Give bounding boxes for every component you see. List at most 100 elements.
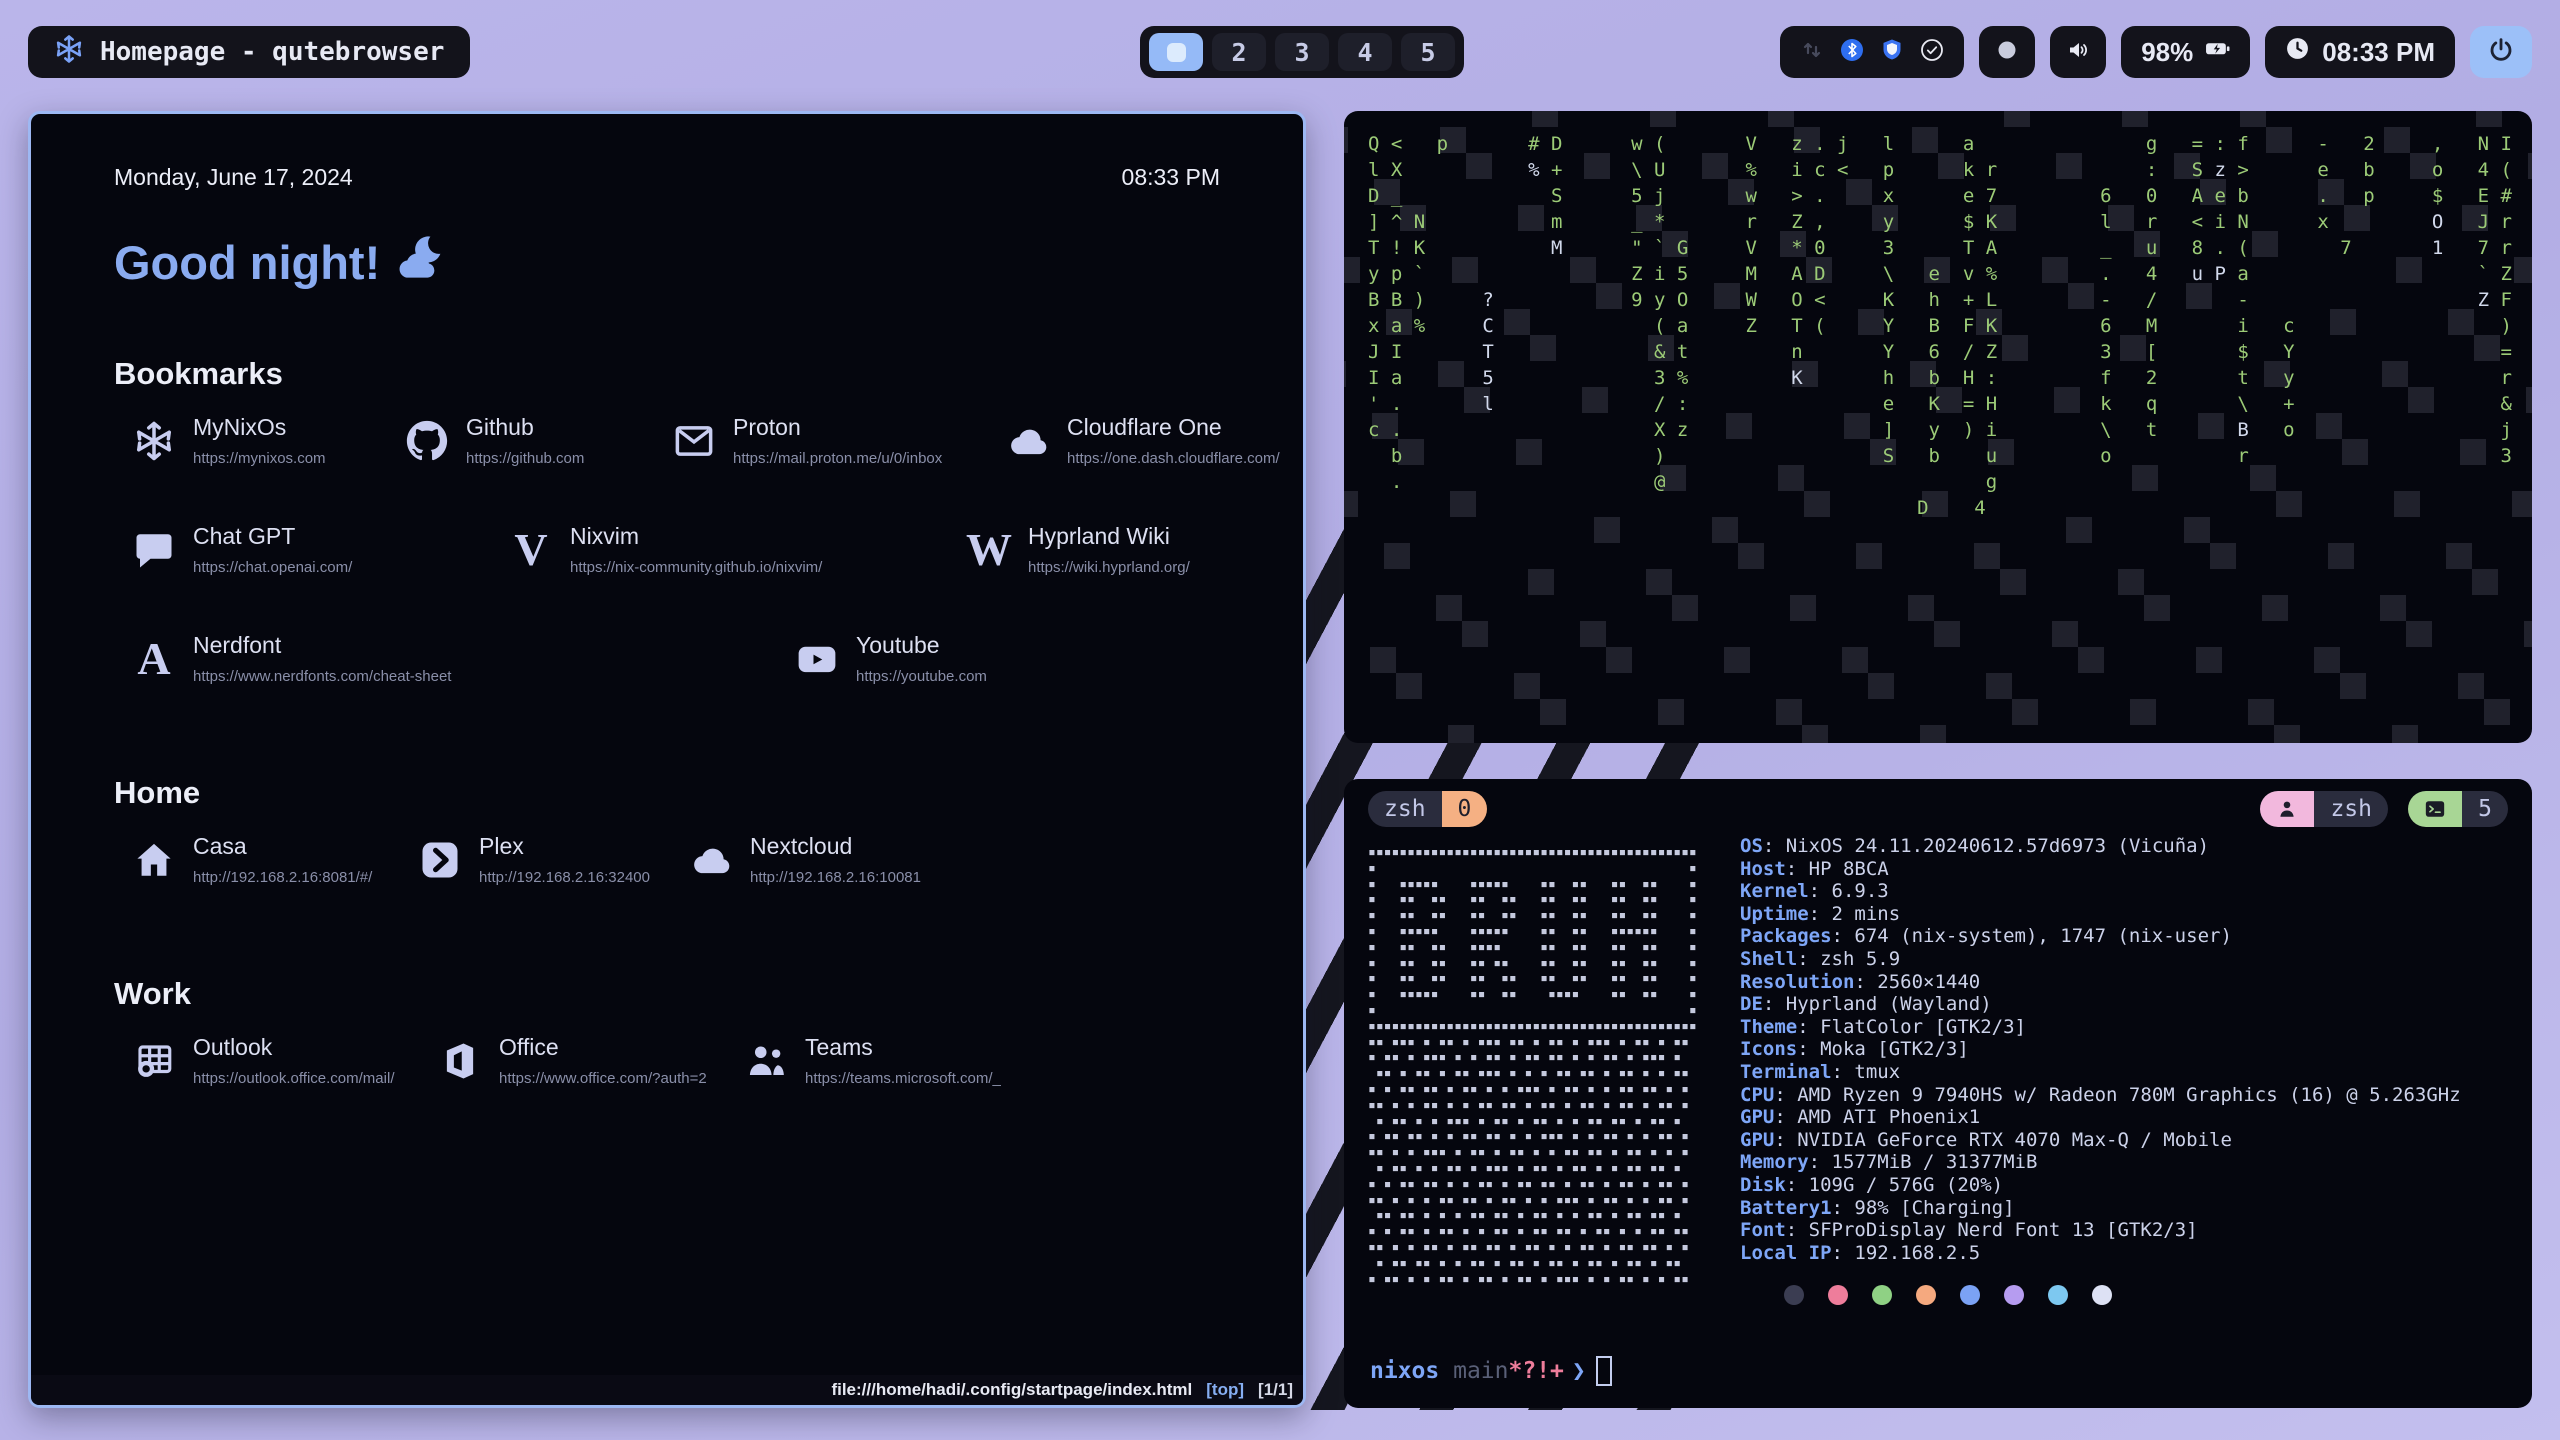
tmux-statusbar: zsh 0 zsh 5 <box>1368 791 2508 829</box>
outlook-icon <box>131 1038 177 1084</box>
clock-label: 08:33 PM <box>2322 37 2435 68</box>
bookmark-name: MyNixOs <box>193 414 326 441</box>
bookmark-name: Office <box>499 1034 707 1061</box>
bookmark-github[interactable]: Githubhttps://github.com <box>404 414 584 467</box>
fetch-line: Theme: FlatColor [GTK2/3] <box>1740 1016 2461 1039</box>
fetch-line: Packages: 674 (nix-system), 1747 (nix-us… <box>1740 925 2461 948</box>
bookmark-mynixos[interactable]: MyNixOshttps://mynixos.com <box>131 414 326 467</box>
greeting-text: Good night! <box>114 235 380 290</box>
office-icon <box>437 1038 483 1084</box>
section-title: Bookmarks <box>114 356 1220 392</box>
palette-dot <box>1960 1285 1980 1305</box>
startpage-time: 08:33 PM <box>1122 164 1220 191</box>
bookmark-office[interactable]: Office https://www.office.com/?auth=2 <box>437 1034 707 1087</box>
bookmark-nextcloud[interactable]: Nextcloudhttp://192.168.2.16:10081 <box>688 833 921 886</box>
fetch-line: DE: Hyprland (Wayland) <box>1740 993 2461 1016</box>
idle-inhibitor-dot[interactable] <box>1979 26 2035 78</box>
home-icon <box>131 837 177 883</box>
clock-icon <box>2285 36 2310 68</box>
bruh-ascii-art: ▪▪▪▪▪▪▪▪▪▪▪▪▪▪▪▪▪▪▪▪▪▪▪▪▪▪▪▪▪▪▪▪▪▪▪▪▪▪▪▪… <box>1368 845 1697 1287</box>
teams-icon <box>743 1038 789 1084</box>
system-tray <box>1780 26 1964 78</box>
bookmark-cloudflare-one[interactable]: Cloudflare One https://one.dash.cloudflar… <box>1005 414 1280 467</box>
shield-icon[interactable] <box>1880 38 1904 67</box>
fetch-line: Local IP: 192.168.2.5 <box>1740 1242 2461 1265</box>
bookmark-name: Nextcloud <box>750 833 921 860</box>
workspace-5[interactable]: 5 <box>1401 33 1455 71</box>
bookmark-chat-gpt[interactable]: Chat GPThttps://chat.openai.com/ <box>131 523 352 576</box>
palette-dot <box>2004 1285 2024 1305</box>
bluetooth-icon[interactable] <box>1840 38 1864 67</box>
check-circle-icon[interactable] <box>1920 38 1944 67</box>
statusbar-mode: [top] <box>1206 1380 1244 1400</box>
bookmark-url: http://192.168.2.16:8081/#/ <box>193 869 372 886</box>
bookmark-youtube[interactable]: Youtubehttps://youtube.com <box>794 632 987 685</box>
fetch-line: CPU: AMD Ryzen 9 7940HS w/ Radeon 780M G… <box>1740 1084 2461 1107</box>
shell-prompt[interactable]: nixos main *?!+ ❯ <box>1370 1356 1612 1386</box>
bookmark-row: Chat GPThttps://chat.openai.com/VNixvimh… <box>114 523 1220 610</box>
waybar: Homepage - qutebrowser 2345 98% 08:33 PM <box>0 0 2560 96</box>
clock-widget[interactable]: 08:33 PM <box>2265 26 2455 78</box>
bookmark-teams[interactable]: Teamshttps://teams.microsoft.com/_ <box>743 1034 1001 1087</box>
bookmark-nerdfont[interactable]: ANerdfonthttps://www.nerdfonts.com/cheat… <box>131 632 451 685</box>
bookmark-nixvim[interactable]: VNixvimhttps://nix-community.github.io/n… <box>508 523 822 576</box>
bookmark-url: https://one.dash.cloudflare.com/ <box>1067 450 1280 467</box>
fetch-line: Kernel: 6.9.3 <box>1740 880 2461 903</box>
bookmark-url: https://www.office.com/?auth=2 <box>499 1070 707 1087</box>
letter-A-icon: A <box>131 636 177 682</box>
person-icon <box>2260 791 2314 827</box>
section-title: Work <box>114 976 1220 1012</box>
bookmark-url: https://outlook.office.com/mail/ <box>193 1070 394 1087</box>
section-title: Home <box>114 775 1220 811</box>
bookmark-plex[interactable]: Plexhttp://192.168.2.16:32400 <box>417 833 650 886</box>
bookmark-outlook[interactable]: Outlook https://outlook.office.com/mail/ <box>131 1034 394 1087</box>
fetch-line: GPU: NVIDIA GeForce RTX 4070 Max-Q / Mob… <box>1740 1129 2461 1152</box>
active-window-title: Homepage - qutebrowser <box>28 26 470 78</box>
workspace-4[interactable]: 4 <box>1338 33 1392 71</box>
tmux-window-count-widget[interactable]: 5 <box>2408 791 2508 827</box>
prompt-arrow: ❯ <box>1572 1358 1586 1384</box>
network-arrows-icon[interactable] <box>1800 38 1824 67</box>
fetch-line: Terminal: tmux <box>1740 1061 2461 1084</box>
bookmark-casa[interactable]: Casahttp://192.168.2.16:8081/#/ <box>131 833 372 886</box>
cloud-icon <box>1005 418 1051 464</box>
palette-dot <box>2048 1285 2068 1305</box>
bookmark-row: Casahttp://192.168.2.16:8081/#/ Plexhttp:… <box>114 833 1220 920</box>
bookmark-proton[interactable]: Protonhttps://mail.proton.me/u/0/inbox <box>671 414 942 467</box>
fetch-line: GPU: AMD ATI Phoenix1 <box>1740 1106 2461 1129</box>
workspace-active-dot <box>1167 43 1186 62</box>
tmux-session-widget[interactable]: zsh <box>2260 791 2388 827</box>
bookmark-name: Proton <box>733 414 942 441</box>
volume-widget[interactable] <box>2050 26 2106 78</box>
mail-icon <box>671 418 717 464</box>
git-status-flags: *?!+ <box>1509 1358 1564 1384</box>
fetch-line: Resolution: 2560×1440 <box>1740 971 2461 994</box>
bookmark-name: Outlook <box>193 1034 394 1061</box>
workspace-2[interactable]: 2 <box>1212 33 1266 71</box>
battery-widget[interactable]: 98% <box>2121 26 2250 78</box>
bookmark-hyprland-wiki[interactable]: WHyprland Wikihttps://wiki.hyprland.org/ <box>966 523 1190 576</box>
palette-dot <box>1828 1285 1848 1305</box>
matrix-terminal-window[interactable]: Q < p # D w ( V z . j l a g = : f - 2 , … <box>1344 111 2532 743</box>
letter-W-icon: W <box>966 527 1012 573</box>
statusbar-tab-counter: [1/1] <box>1258 1380 1293 1400</box>
bookmark-name: Github <box>466 414 584 441</box>
bookmark-url: https://youtube.com <box>856 668 987 685</box>
palette-dot <box>2092 1285 2112 1305</box>
terminal-badge-icon <box>2408 791 2462 827</box>
fetch-line: OS: NixOS 24.11.20240612.57d6973 (Vicuña… <box>1740 835 2461 858</box>
tmux-window-tab[interactable]: zsh 0 <box>1368 791 1487 827</box>
tmux-tab-index: 0 <box>1442 791 1488 827</box>
fetch-terminal-window[interactable]: zsh 0 zsh 5 ▪▪▪▪▪▪▪▪▪▪▪▪▪▪▪▪▪▪▪▪▪▪▪▪▪▪▪▪… <box>1344 779 2532 1408</box>
dot-icon <box>1995 38 2019 67</box>
fetch-line: Memory: 1577MiB / 31377MiB <box>1740 1151 2461 1174</box>
youtube-icon <box>794 636 840 682</box>
topbar-right-cluster: 98% 08:33 PM <box>1780 26 2532 78</box>
section-work: Work Outlook https://outlook.office.com/ma… <box>114 976 1220 1121</box>
workspace-1-active[interactable] <box>1149 33 1203 71</box>
power-button[interactable] <box>2470 26 2532 78</box>
bookmark-name: Cloudflare One <box>1067 414 1280 441</box>
window-title-label: Homepage - qutebrowser <box>100 37 444 67</box>
workspace-3[interactable]: 3 <box>1275 33 1329 71</box>
letter-V-icon: V <box>508 527 554 573</box>
